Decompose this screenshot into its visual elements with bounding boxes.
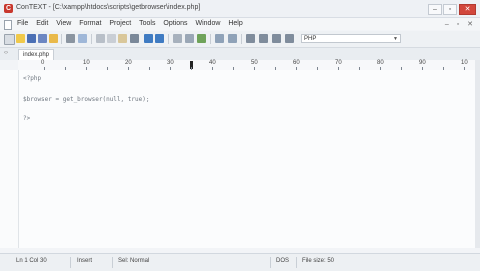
menu-view[interactable]: View: [56, 20, 71, 27]
menu-options[interactable]: Options: [163, 20, 187, 27]
menu-help[interactable]: Help: [228, 20, 242, 27]
line-gutter: [0, 70, 19, 248]
ruler-label: 0: [41, 60, 45, 66]
toolbar-separator: [241, 34, 242, 44]
run-f10-icon[interactable]: [259, 34, 268, 43]
find-icon[interactable]: [173, 34, 182, 43]
code-line: <?php: [23, 75, 42, 82]
copy-icon[interactable]: [107, 34, 116, 43]
ruler-label: 80: [377, 60, 384, 66]
window-title: ConTEXT - [C:\xampp\htdocs\scripts\getbr…: [16, 4, 201, 11]
menu-edit[interactable]: Edit: [36, 20, 48, 27]
redo-icon[interactable]: [155, 34, 164, 43]
menu-project[interactable]: Project: [109, 20, 131, 27]
minimize-button[interactable]: ‒: [428, 4, 442, 15]
status-bar: Ln 1 Col 30 Insert Sel: Normal DOS File …: [0, 253, 480, 271]
menu-file[interactable]: File: [17, 20, 28, 27]
undo-icon[interactable]: [144, 34, 153, 43]
toolbar: PHP ▼: [0, 31, 480, 48]
status-mode: Insert: [77, 258, 93, 264]
vertical-scrollbar[interactable]: [475, 60, 480, 248]
print-icon[interactable]: [66, 34, 75, 43]
toolbar-separator: [210, 34, 211, 44]
word-wrap-icon[interactable]: [215, 34, 224, 43]
status-divider: [112, 257, 113, 268]
highlighter-value: PHP: [304, 36, 317, 42]
tab-bar: ‹› index.php: [0, 48, 480, 60]
menu-format[interactable]: Format: [79, 20, 101, 27]
ruler-label: 30: [167, 60, 174, 66]
tab-scroll-arrows[interactable]: ‹›: [4, 50, 8, 56]
open-icon[interactable]: [49, 34, 58, 43]
menu-bar: File Edit View Format Project Tools Opti…: [0, 18, 480, 30]
paste-icon[interactable]: [118, 34, 127, 43]
toolbar-separator: [61, 34, 62, 44]
run-f11-icon[interactable]: [272, 34, 281, 43]
ruler-label: 40: [209, 60, 216, 66]
document-window-controls[interactable]: ‒ ▫ ✕: [445, 20, 476, 28]
status-filesize: File size: 50: [302, 258, 335, 264]
status-selection: Sel: Normal: [118, 258, 150, 264]
menu-window[interactable]: Window: [196, 20, 221, 27]
code-line: $browser = get_browser(null, true);: [23, 96, 150, 103]
new-file-icon[interactable]: [4, 34, 15, 45]
indent-icon[interactable]: [228, 34, 237, 43]
print-preview-icon[interactable]: [78, 34, 87, 43]
document-icon[interactable]: [4, 20, 12, 30]
run-f12-icon[interactable]: [285, 34, 294, 43]
ruler-label: 10: [83, 60, 90, 66]
tab-index-php[interactable]: index.php: [18, 49, 54, 60]
toolbar-separator: [91, 34, 92, 44]
status-divider: [270, 257, 271, 268]
cut-icon[interactable]: [96, 34, 105, 43]
code-editor[interactable]: <?php $browser = get_browser(null, true)…: [19, 70, 475, 248]
save-all-icon[interactable]: [38, 34, 47, 43]
run-f9-icon[interactable]: [246, 34, 255, 43]
status-encoding: DOS: [276, 258, 290, 264]
maximize-button[interactable]: ▫: [443, 4, 457, 15]
status-divider: [70, 257, 71, 268]
save-icon[interactable]: [27, 34, 36, 43]
close-button[interactable]: ✕: [459, 4, 476, 15]
status-position: Ln 1 Col 30: [16, 258, 47, 264]
ruler-label: 70: [335, 60, 342, 66]
ruler-label: 60: [293, 60, 300, 66]
app-logo-icon: C: [4, 4, 13, 13]
chevron-down-icon: ▼: [393, 36, 398, 42]
replace-icon[interactable]: [185, 34, 194, 43]
status-divider: [296, 257, 297, 268]
toolbar-separator: [168, 34, 169, 44]
ruler-label: 10: [461, 60, 468, 66]
delete-icon[interactable]: [130, 34, 139, 43]
title-bar: C ConTEXT - [C:\xampp\htdocs\scripts\get…: [0, 0, 480, 18]
ruler-label: 50: [251, 60, 258, 66]
code-line: ?>: [23, 115, 31, 122]
menu-tools[interactable]: Tools: [139, 20, 155, 27]
highlighter-select[interactable]: PHP ▼: [301, 34, 401, 43]
ruler-label: 20: [125, 60, 132, 66]
open-folder-icon[interactable]: [16, 34, 25, 43]
ruler-label: 90: [419, 60, 426, 66]
bookmark-icon[interactable]: [197, 34, 206, 43]
